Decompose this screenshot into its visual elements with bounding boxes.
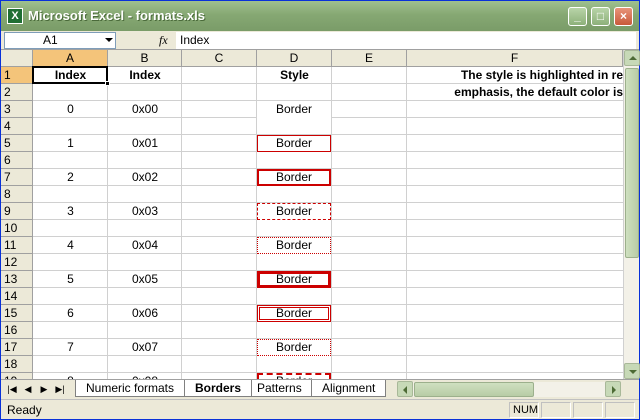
next-sheet-icon[interactable]: ▶ bbox=[39, 383, 49, 395]
cell-b1[interactable]: Index bbox=[108, 67, 182, 84]
prev-sheet-icon[interactable]: ◀ bbox=[23, 383, 33, 395]
scroll-right-button[interactable] bbox=[605, 381, 621, 397]
cell-d7[interactable]: Border bbox=[257, 169, 331, 186]
gridline-vertical bbox=[406, 67, 407, 379]
cell-f2[interactable]: emphasis, the default color is bbox=[427, 84, 623, 101]
chevron-down-icon[interactable] bbox=[105, 38, 113, 42]
row-header-1[interactable]: 1 bbox=[1, 67, 33, 84]
status-box-empty-3 bbox=[605, 402, 635, 418]
status-text: Ready bbox=[7, 403, 42, 417]
cell-d1[interactable]: Style bbox=[257, 67, 332, 84]
row-header-12[interactable]: 12 bbox=[1, 254, 33, 271]
cell-a13[interactable]: 5 bbox=[33, 271, 108, 288]
name-box-value: A1 bbox=[43, 33, 58, 47]
status-box-empty-1 bbox=[541, 402, 571, 418]
last-sheet-icon[interactable]: ▶| bbox=[55, 383, 65, 395]
cell-d15[interactable]: Border bbox=[257, 305, 331, 322]
row-header-17[interactable]: 17 bbox=[1, 339, 33, 356]
row-header-2[interactable]: 2 bbox=[1, 84, 33, 101]
vertical-scrollbar[interactable] bbox=[623, 50, 640, 379]
tab-patterns[interactable]: Patterns bbox=[246, 380, 313, 397]
cell-f1[interactable]: The style is highlighted in re bbox=[427, 67, 623, 84]
cell-b5[interactable]: 0x01 bbox=[108, 135, 182, 152]
row-header-5[interactable]: 5 bbox=[1, 135, 33, 152]
column-header-e[interactable]: E bbox=[332, 50, 407, 67]
minimize-button[interactable]: _ bbox=[568, 7, 587, 26]
cell-b13[interactable]: 0x05 bbox=[108, 271, 182, 288]
cell-a5[interactable]: 1 bbox=[33, 135, 108, 152]
status-bar: Ready NUM bbox=[1, 399, 639, 419]
gridline-vertical bbox=[331, 67, 332, 379]
column-header-b[interactable]: B bbox=[108, 50, 182, 67]
name-box[interactable]: A1 bbox=[4, 32, 116, 49]
num-lock-indicator: NUM bbox=[509, 402, 539, 418]
first-sheet-icon[interactable]: |◀ bbox=[7, 383, 17, 395]
cell-a15[interactable]: 6 bbox=[33, 305, 108, 322]
row-header-16[interactable]: 16 bbox=[1, 322, 33, 339]
fill-handle[interactable] bbox=[105, 81, 110, 86]
arrow-right-icon bbox=[612, 386, 616, 394]
cell-a3[interactable]: 0 bbox=[33, 101, 108, 118]
row-header-3[interactable]: 3 bbox=[1, 101, 33, 118]
vertical-scroll-thumb[interactable] bbox=[625, 68, 639, 258]
cell-a11[interactable]: 4 bbox=[33, 237, 108, 254]
cell-d3[interactable]: Border bbox=[257, 101, 331, 118]
tab-alignment[interactable]: Alignment bbox=[311, 380, 387, 397]
cell-d19[interactable]: Border bbox=[257, 373, 331, 379]
row-header-18[interactable]: 18 bbox=[1, 356, 33, 373]
cell-d11[interactable]: Border bbox=[257, 237, 331, 254]
cell-a17[interactable]: 7 bbox=[33, 339, 108, 356]
row-header-10[interactable]: 10 bbox=[1, 220, 33, 237]
cell-b9[interactable]: 0x03 bbox=[108, 203, 182, 220]
row-header-6[interactable]: 6 bbox=[1, 152, 33, 169]
row-header-4[interactable]: 4 bbox=[1, 118, 33, 135]
spreadsheet-grid[interactable]: ABCDEF12345678910111213141516171819Index… bbox=[1, 50, 623, 379]
status-box-empty-2 bbox=[573, 402, 603, 418]
cell-b11[interactable]: 0x04 bbox=[108, 237, 182, 254]
active-cell-a1[interactable] bbox=[32, 66, 110, 86]
column-header-a[interactable]: A bbox=[33, 50, 108, 67]
tab-borders[interactable]: Borders bbox=[184, 380, 253, 397]
formula-bar: A1 fx Index bbox=[1, 31, 639, 50]
column-header-d[interactable]: D bbox=[257, 50, 332, 67]
horizontal-scroll-thumb[interactable] bbox=[414, 382, 534, 397]
select-all-corner[interactable] bbox=[1, 50, 33, 67]
excel-window: X Microsoft Excel - formats.xls _ □ × A1… bbox=[0, 0, 640, 420]
cell-a9[interactable]: 3 bbox=[33, 203, 108, 220]
scroll-up-button[interactable] bbox=[624, 50, 640, 66]
maximize-button[interactable]: □ bbox=[591, 7, 610, 26]
horizontal-scrollbar[interactable] bbox=[397, 381, 621, 397]
formula-input[interactable]: Index bbox=[176, 32, 636, 49]
row-header-8[interactable]: 8 bbox=[1, 186, 33, 203]
cell-d9[interactable]: Border bbox=[257, 203, 331, 220]
cell-b15[interactable]: 0x06 bbox=[108, 305, 182, 322]
row-header-9[interactable]: 9 bbox=[1, 203, 33, 220]
tab-numeric-formats[interactable]: Numeric formats bbox=[75, 380, 186, 397]
cell-a7[interactable]: 2 bbox=[33, 169, 108, 186]
cell-d5[interactable]: Border bbox=[257, 135, 331, 152]
sheet-tabs-bar: |◀ ◀ ▶ ▶| Numeric formats Borders Patter… bbox=[1, 379, 639, 398]
cell-b3[interactable]: 0x00 bbox=[108, 101, 182, 118]
cell-d13[interactable]: Border bbox=[257, 271, 331, 288]
scroll-left-button[interactable] bbox=[397, 381, 413, 397]
row-header-14[interactable]: 14 bbox=[1, 288, 33, 305]
row-header-13[interactable]: 13 bbox=[1, 271, 33, 288]
arrow-down-icon bbox=[629, 370, 637, 374]
cell-d17[interactable]: Border bbox=[257, 339, 331, 356]
column-header-c[interactable]: C bbox=[182, 50, 257, 67]
excel-icon[interactable]: X bbox=[7, 8, 23, 24]
arrow-left-icon bbox=[403, 386, 407, 394]
close-button[interactable]: × bbox=[614, 7, 633, 26]
column-header-f[interactable]: F bbox=[407, 50, 623, 67]
cell-b17[interactable]: 0x07 bbox=[108, 339, 182, 356]
window-title: Microsoft Excel - formats.xls bbox=[28, 8, 205, 23]
row-header-15[interactable]: 15 bbox=[1, 305, 33, 322]
arrow-up-icon bbox=[629, 56, 637, 60]
scroll-down-button[interactable] bbox=[624, 363, 640, 379]
row-header-7[interactable]: 7 bbox=[1, 169, 33, 186]
title-bar: X Microsoft Excel - formats.xls _ □ × bbox=[1, 1, 639, 31]
cell-b7[interactable]: 0x02 bbox=[108, 169, 182, 186]
fx-icon[interactable]: fx bbox=[159, 33, 168, 48]
row-header-11[interactable]: 11 bbox=[1, 237, 33, 254]
